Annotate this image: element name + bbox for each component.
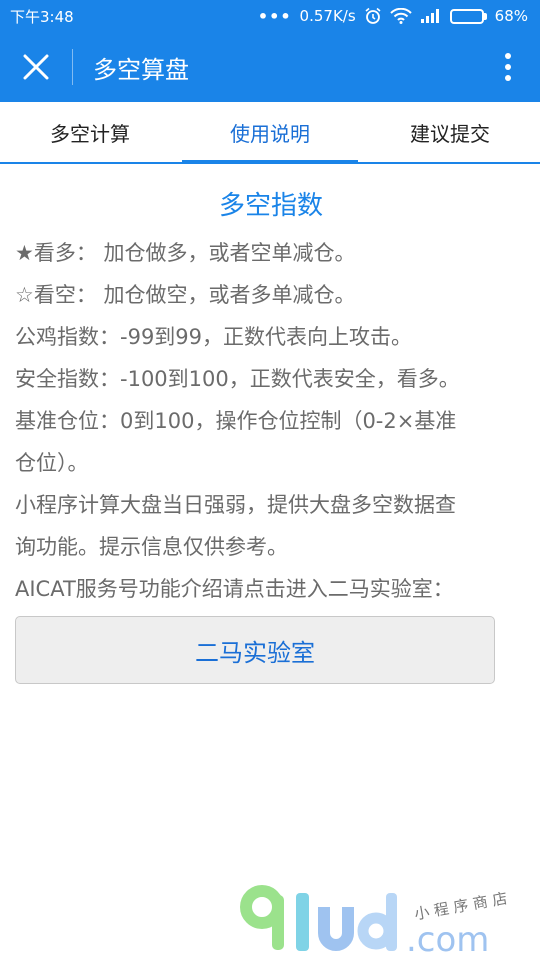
text-line: 基准仓位：0到100，操作仓位控制（0-2×基准 xyxy=(15,409,457,433)
section-title: 多空指数 xyxy=(218,191,323,221)
text-line: ☆看空： 加仓做空，或者多单减仓。 xyxy=(15,283,356,307)
text-line: AICAT服务号功能介绍请点击进入二马实验室： xyxy=(15,577,454,601)
close-button[interactable] xyxy=(0,32,72,102)
erma-lab-button[interactable]: 二马实验室 xyxy=(15,616,495,684)
text-line: ★看多： 加仓做多，或者空单减仓。 xyxy=(15,241,356,265)
page-title: 多空算盘 xyxy=(93,55,189,84)
svg-text:.com: .com xyxy=(406,920,489,960)
tab-suggestions[interactable]: 建议提交 xyxy=(360,102,540,162)
alarm-icon xyxy=(364,7,382,25)
instructions-content: 多空指数 ★看多： 加仓做多，或者空单减仓。 ☆看空： 加仓做空，或者多单减仓。… xyxy=(15,180,527,684)
tab-bar: 多空计算 使用说明 建议提交 xyxy=(0,102,540,164)
watermark-logo: .com 小 程 序 商 店 xyxy=(240,885,540,960)
wifi-icon xyxy=(389,8,412,24)
network-speed: 0.57K/s xyxy=(299,7,356,25)
battery-percent: 68% xyxy=(494,7,528,25)
battery-icon xyxy=(449,8,487,24)
more-vertical-icon xyxy=(505,53,511,59)
text-line: 小程序计算大盘当日强弱，提供大盘多空数据查 xyxy=(15,493,456,517)
text-line: 安全指数：-100到100，正数代表安全，看多。 xyxy=(15,367,460,391)
close-icon xyxy=(23,54,49,80)
more-button[interactable] xyxy=(498,49,518,85)
signal-icon xyxy=(420,8,442,24)
status-time: 下午3:48 xyxy=(10,7,74,26)
text-line: 公鸡指数：-99到99，正数代表向上攻击。 xyxy=(15,325,413,349)
text-line: 仓位）。 xyxy=(15,451,89,475)
tab-calculate[interactable]: 多空计算 xyxy=(0,102,180,162)
status-indicators: ••• 0.57K/s 68% xyxy=(258,7,528,26)
svg-text:小 程 序 商 店: 小 程 序 商 店 xyxy=(413,889,509,923)
status-bar: 下午3:48 ••• 0.57K/s 68% xyxy=(0,0,540,32)
navigation-bar: 多空算盘 xyxy=(0,32,540,102)
tab-instructions[interactable]: 使用说明 xyxy=(180,102,360,164)
nav-divider xyxy=(72,49,73,85)
more-notifications-icon: ••• xyxy=(257,6,292,26)
text-line: 询功能。提示信息仅供参考。 xyxy=(15,535,288,559)
